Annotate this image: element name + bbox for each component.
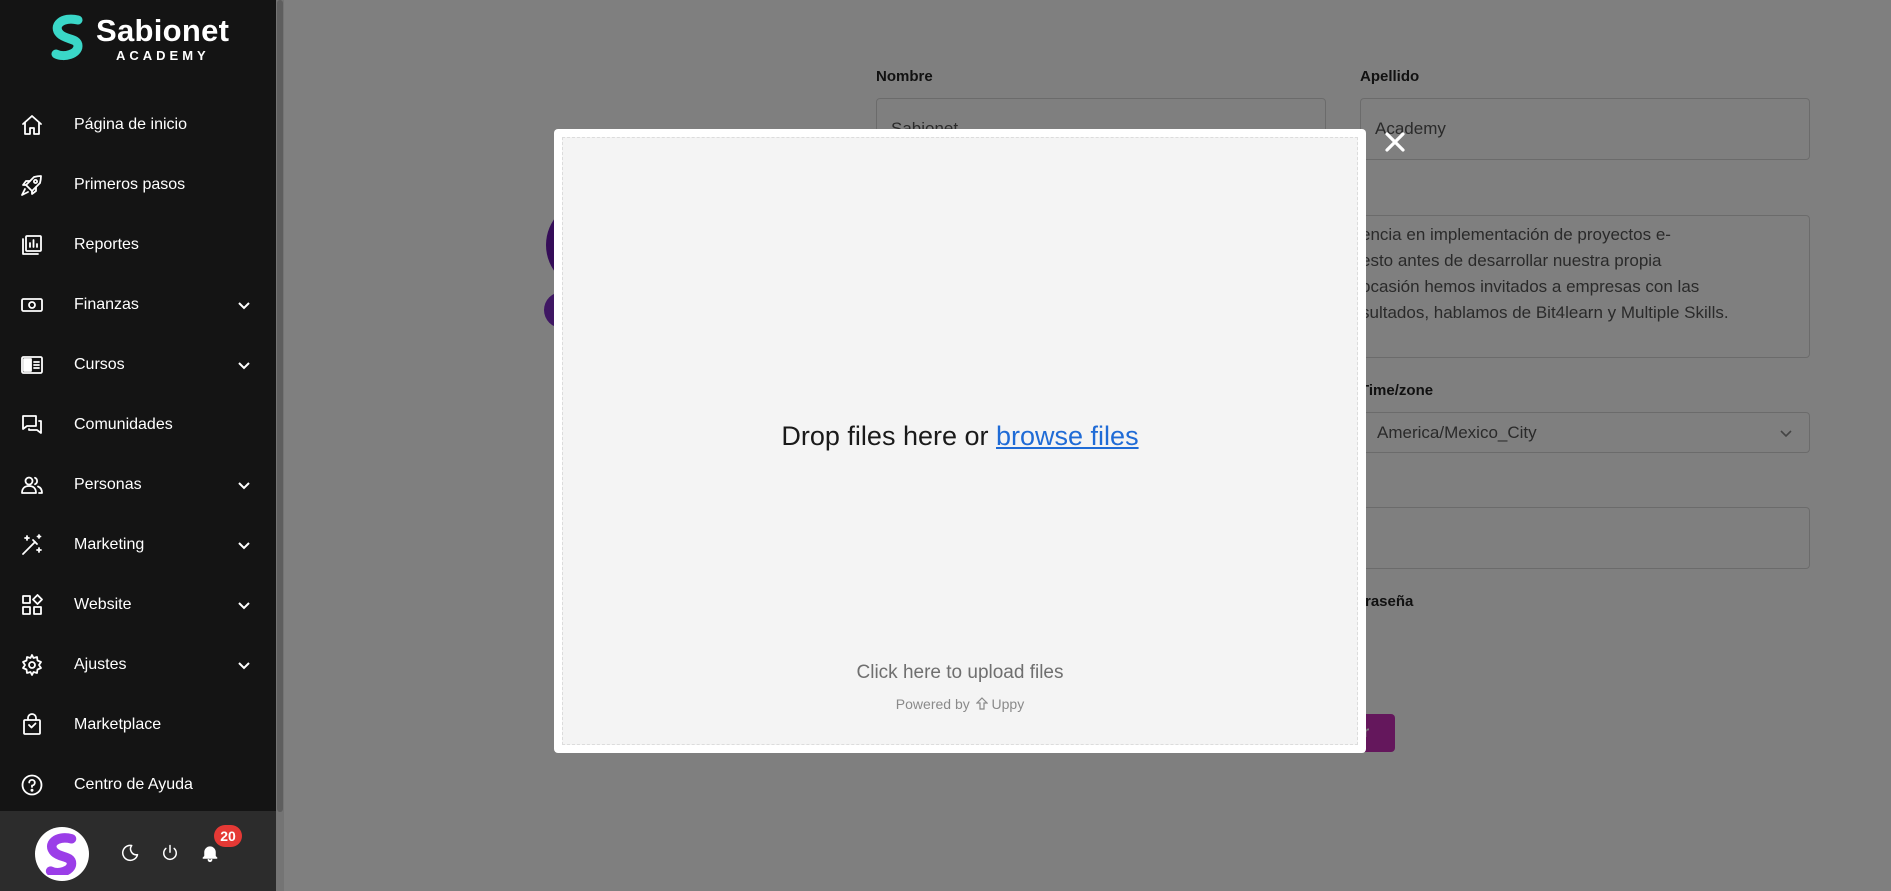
sidebar-item-label: Marketplace xyxy=(74,716,162,733)
sidebar-item-label: Centro de Ayuda xyxy=(74,776,193,793)
drop-instruction: Drop files here or browse files xyxy=(781,421,1139,451)
browse-files-link[interactable]: browse files xyxy=(996,421,1139,451)
report-icon xyxy=(20,233,44,257)
sidebar-nav: Página de inicio Primeros pasos Reportes… xyxy=(0,95,276,815)
bell-icon[interactable] xyxy=(200,843,222,865)
sidebar-item-label: Reportes xyxy=(74,236,139,253)
brand-logo[interactable]: Sabionet ACADEMY xyxy=(48,12,238,64)
sidebar-footer: 20 xyxy=(0,811,276,891)
sidebar-item-marketplace[interactable]: Marketplace xyxy=(0,695,276,755)
powered-by: Powered by Uppy xyxy=(895,696,1025,712)
sidebar-item-website[interactable]: Website xyxy=(0,575,276,635)
click-to-upload-text[interactable]: Click here to upload files xyxy=(563,662,1357,684)
magic-wand-icon xyxy=(20,533,44,557)
home-icon xyxy=(20,113,44,137)
notification-badge: 20 xyxy=(214,825,242,847)
sidebar-item-comunidades[interactable]: Comunidades xyxy=(0,395,276,455)
book-icon xyxy=(20,353,44,377)
avatar[interactable] xyxy=(35,827,89,881)
sidebar-item-label: Marketing xyxy=(74,536,145,553)
sidebar-item-label: Cursos xyxy=(74,356,125,373)
close-icon xyxy=(1385,132,1405,152)
sidebar-item-inicio[interactable]: Página de inicio xyxy=(0,95,276,155)
brand-subtitle: ACADEMY xyxy=(116,47,210,63)
help-icon xyxy=(20,773,44,797)
sidebar-item-label: Comunidades xyxy=(74,416,173,433)
sidebar-item-reportes[interactable]: Reportes xyxy=(0,215,276,275)
sidebar-item-finanzas[interactable]: Finanzas xyxy=(0,275,276,335)
uppy-logo-icon xyxy=(975,697,989,710)
widgets-icon xyxy=(20,593,44,617)
sabionet-logo-icon xyxy=(51,14,83,61)
money-icon xyxy=(20,293,44,317)
sidebar-item-centro-de-ayuda[interactable]: Centro de Ayuda xyxy=(0,755,276,815)
chevron-down-icon[interactable] xyxy=(236,297,252,313)
sidebar-item-marketing[interactable]: Marketing xyxy=(0,515,276,575)
sidebar-item-cursos[interactable]: Cursos xyxy=(0,335,276,395)
chevron-down-icon[interactable] xyxy=(236,597,252,613)
chevron-down-icon[interactable] xyxy=(236,657,252,673)
file-dropzone[interactable]: Drop files here or browse files Click he… xyxy=(562,137,1358,745)
sidebar-item-label: Personas xyxy=(74,476,142,493)
sidebar: Sabionet ACADEMY Página de inicio Primer… xyxy=(0,0,276,891)
brand-name: Sabionet xyxy=(96,12,230,48)
sidebar-item-label: Primeros pasos xyxy=(74,176,186,193)
chat-icon xyxy=(20,413,44,437)
sidebar-item-label: Página de inicio xyxy=(74,116,187,133)
gear-icon xyxy=(20,653,44,677)
sidebar-item-label: Ajustes xyxy=(74,656,127,673)
power-icon[interactable] xyxy=(160,843,182,865)
chevron-down-icon[interactable] xyxy=(236,537,252,553)
chevron-down-icon[interactable] xyxy=(236,357,252,373)
sidebar-item-ajustes[interactable]: Ajustes xyxy=(0,635,276,695)
close-modal-button[interactable] xyxy=(1383,130,1407,154)
sidebar-item-label: Finanzas xyxy=(74,296,139,313)
sidebar-item-label: Website xyxy=(74,596,132,613)
avatar-logo-icon xyxy=(45,833,77,875)
people-icon xyxy=(20,473,44,497)
rocket-icon xyxy=(20,173,44,197)
sidebar-item-primeros-pasos[interactable]: Primeros pasos xyxy=(0,155,276,215)
theme-toggle-icon[interactable] xyxy=(120,843,142,865)
upload-modal: Drop files here or browse files Click he… xyxy=(554,129,1366,753)
shopping-bag-icon xyxy=(20,713,44,737)
sidebar-item-personas[interactable]: Personas xyxy=(0,455,276,515)
chevron-down-icon[interactable] xyxy=(236,477,252,493)
